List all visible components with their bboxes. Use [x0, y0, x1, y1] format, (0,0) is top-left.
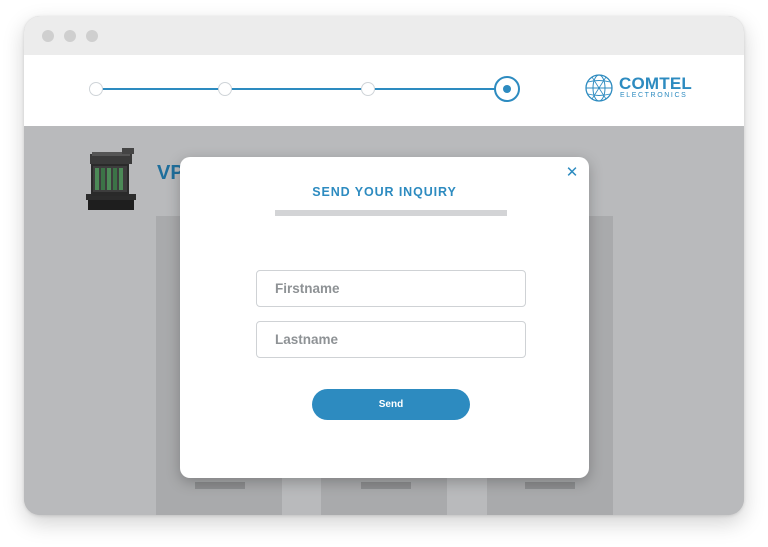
company-logo[interactable]: COMTEL ELECTRONICS [584, 71, 694, 107]
firstname-field[interactable] [256, 270, 526, 307]
logo-subtitle: ELECTRONICS [620, 92, 688, 99]
background-bar [195, 482, 245, 489]
stepper-line [102, 88, 502, 90]
modal-progress-bar [275, 210, 507, 216]
window-titlebar [24, 16, 744, 55]
window-dot-maximize[interactable] [86, 30, 98, 42]
inquiry-modal: ✕ SEND YOUR INQUIRY Send [180, 157, 589, 478]
window-dot-close[interactable] [42, 30, 54, 42]
close-icon[interactable]: ✕ [565, 165, 579, 180]
product-image [86, 148, 136, 210]
background-bar [361, 482, 411, 489]
stepper-step-1[interactable] [89, 82, 103, 96]
stepper-step-4-active[interactable] [494, 76, 520, 102]
lastname-field[interactable] [256, 321, 526, 358]
page-header: COMTEL ELECTRONICS [24, 55, 744, 126]
window-dot-minimize[interactable] [64, 30, 76, 42]
globe-icon [585, 74, 613, 102]
background-bar [525, 482, 575, 489]
send-button[interactable]: Send [312, 389, 470, 420]
modal-title: SEND YOUR INQUIRY [312, 185, 457, 199]
logo-name: COMTEL [619, 74, 692, 93]
stepper-step-2[interactable] [218, 82, 232, 96]
stepper-step-3[interactable] [361, 82, 375, 96]
